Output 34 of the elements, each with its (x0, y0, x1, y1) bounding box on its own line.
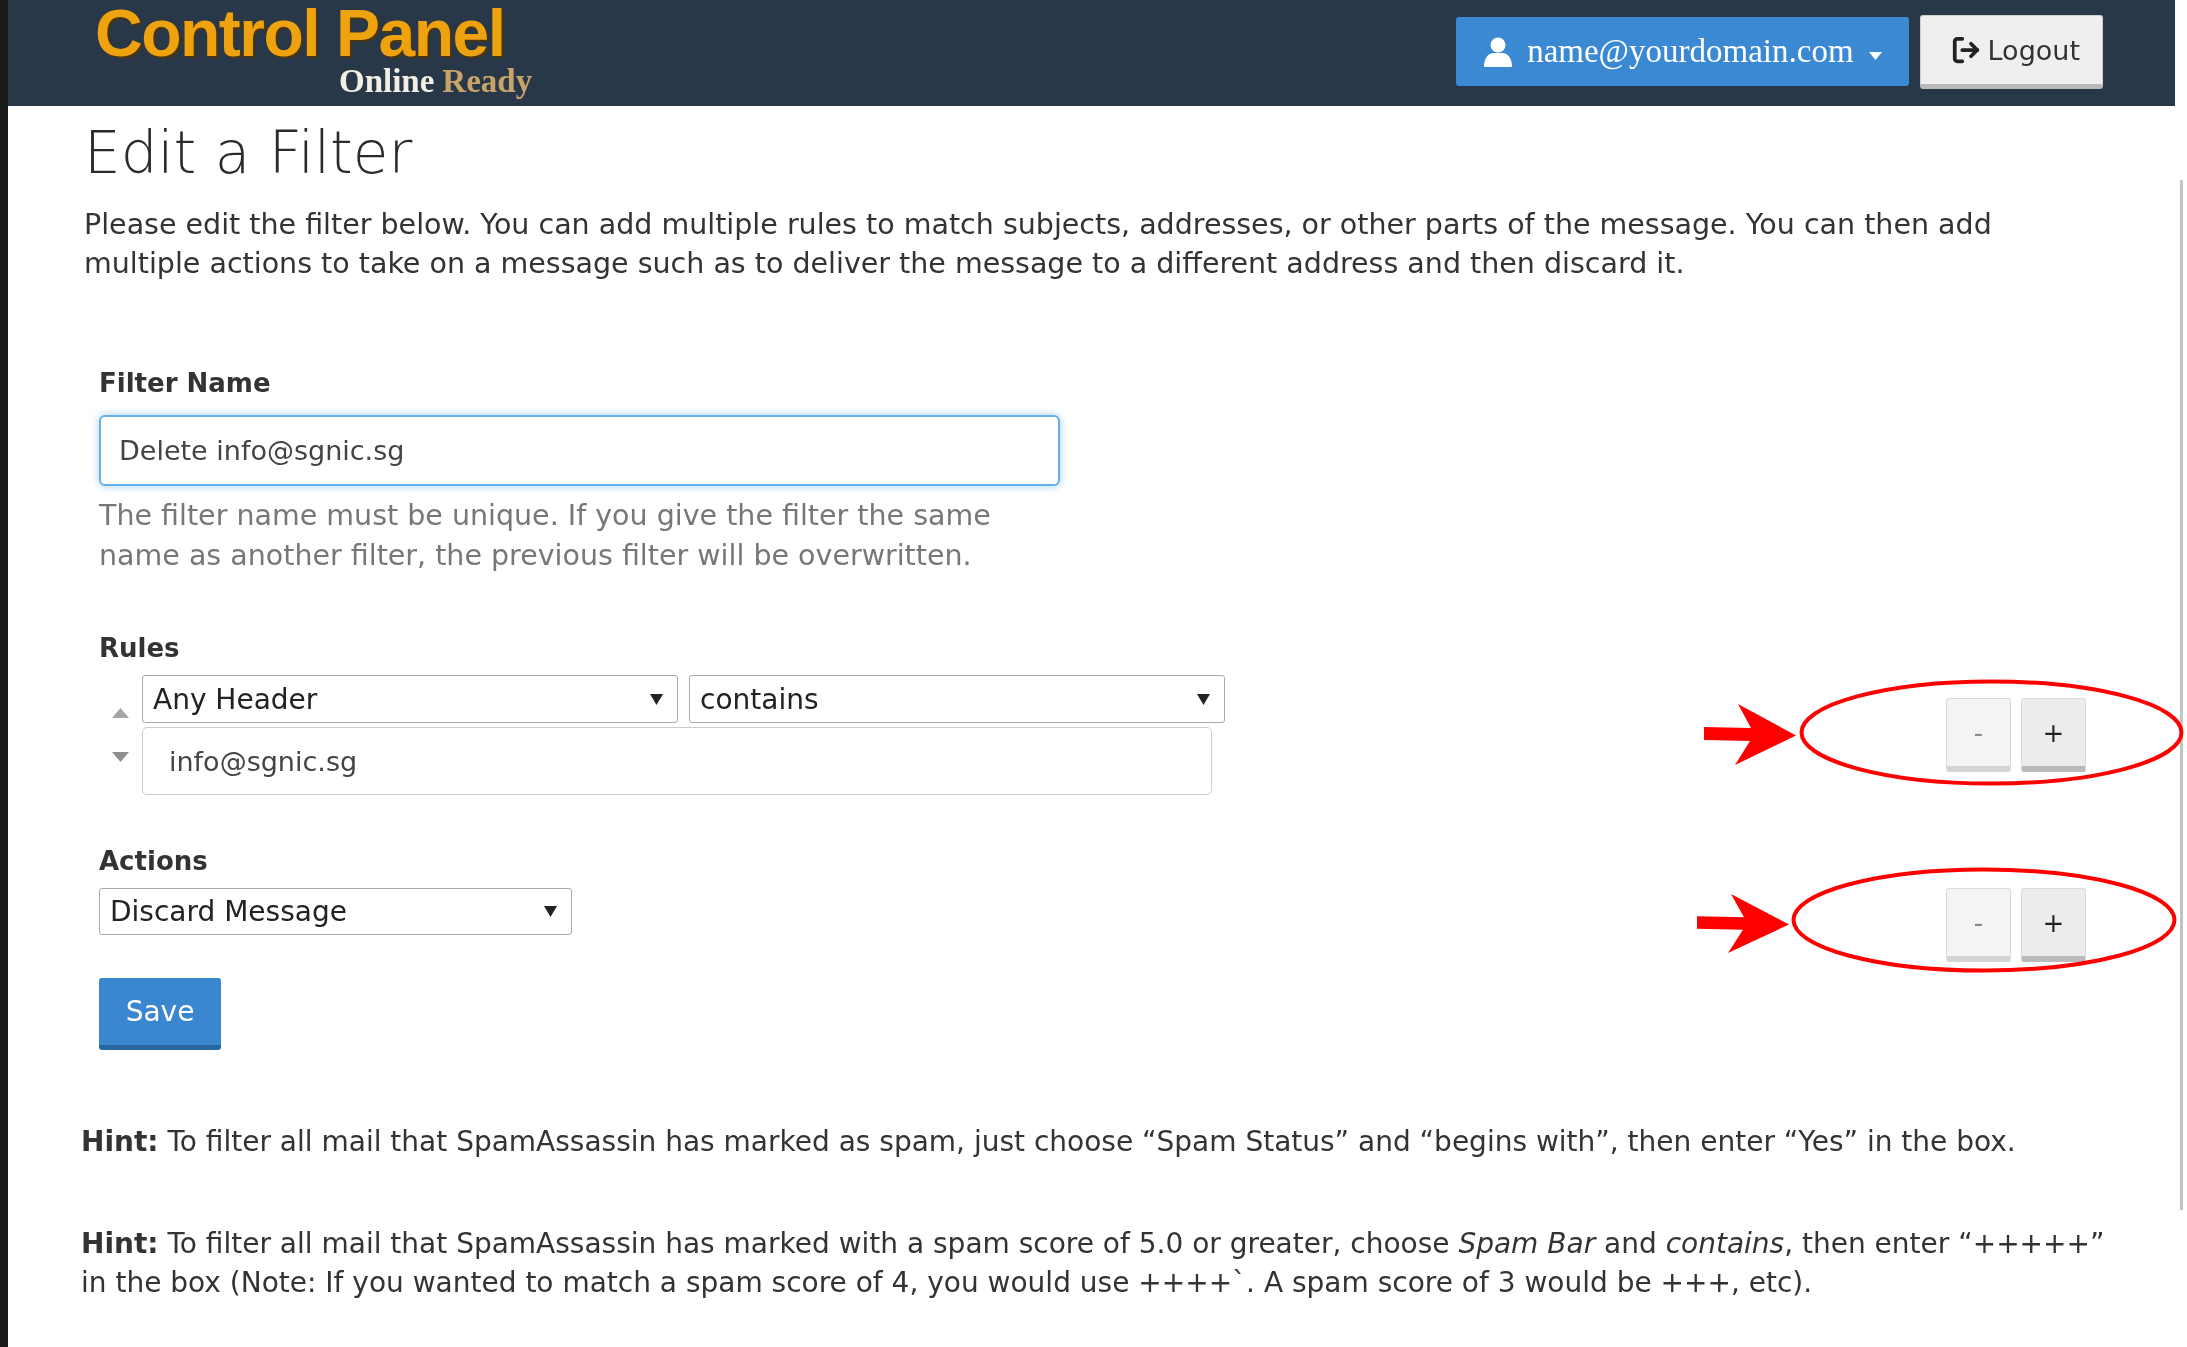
highlight-ring-icon (1799, 679, 2184, 786)
pointer-arrow-icon (1697, 894, 1789, 953)
pointer-arrow-icon (1704, 704, 1796, 765)
filter-name-input[interactable]: Delete info@sgnic.sg (99, 415, 1060, 486)
logo-tagline: Online (339, 65, 435, 98)
logo-title: Control Panel (95, 0, 505, 66)
header-select[interactable]: Any Header (142, 675, 678, 723)
section-label: Rules (99, 632, 180, 665)
caret-icon (1197, 693, 1210, 705)
condition-select[interactable]: contains (689, 675, 1225, 723)
logout-button[interactable]: Logout (1919, 15, 2103, 89)
caret-icon (1868, 51, 1882, 60)
caret-icon (544, 906, 557, 917)
field-label: Filter Name (99, 367, 271, 400)
move-down-icon[interactable] (112, 752, 129, 762)
add-button[interactable]: + (2021, 888, 2086, 962)
page-title: Edit a Filter (84, 121, 414, 185)
caret-icon (650, 693, 663, 705)
rule-value-input[interactable]: info@sgnic.sg (142, 727, 1212, 795)
user-menu-button[interactable]: name@yourdomain.com (1456, 17, 1909, 86)
add-button[interactable]: + (2021, 698, 2086, 772)
sign-out-icon (1950, 35, 1981, 65)
user-icon (1484, 36, 1513, 67)
intro-text: Please edit the filter below. You can add multiple rules to match subjects, addresses, or other parts of the message. You can then add multiple actions to take on a message such as to deliver the message to a different address and then discard it. (84, 207, 1993, 282)
hint-text: Hint: To filter all mail that SpamAssassin has marked as spam, just choose “Spam Status” and “begins with”, then enter “Yes” in the box. (81, 1124, 2017, 1160)
logo-tagline: Ready (442, 65, 533, 98)
help-text: The filter name must be unique. If you give the filter the same name as another filter, the previous filter will be overwritten. (99, 498, 992, 574)
hint-text: Hint: To filter all mail that SpamAssassin has marked with a spam score of 5.0 or greater, choose Spam Bar and contains, then enter “+++++” in the box (Note: If you wanted to match a spam score of 4, you would use ++++`. A spam score of 3 would be +++, etc). (81, 1226, 2106, 1301)
highlight-ring-icon (1791, 867, 2177, 973)
action-select[interactable]: Discard Message (99, 888, 572, 935)
save-button[interactable]: Save (99, 978, 221, 1050)
scrollbar[interactable] (2179, 180, 2183, 1210)
section-label: Actions (99, 845, 208, 878)
move-up-icon[interactable] (112, 708, 129, 718)
